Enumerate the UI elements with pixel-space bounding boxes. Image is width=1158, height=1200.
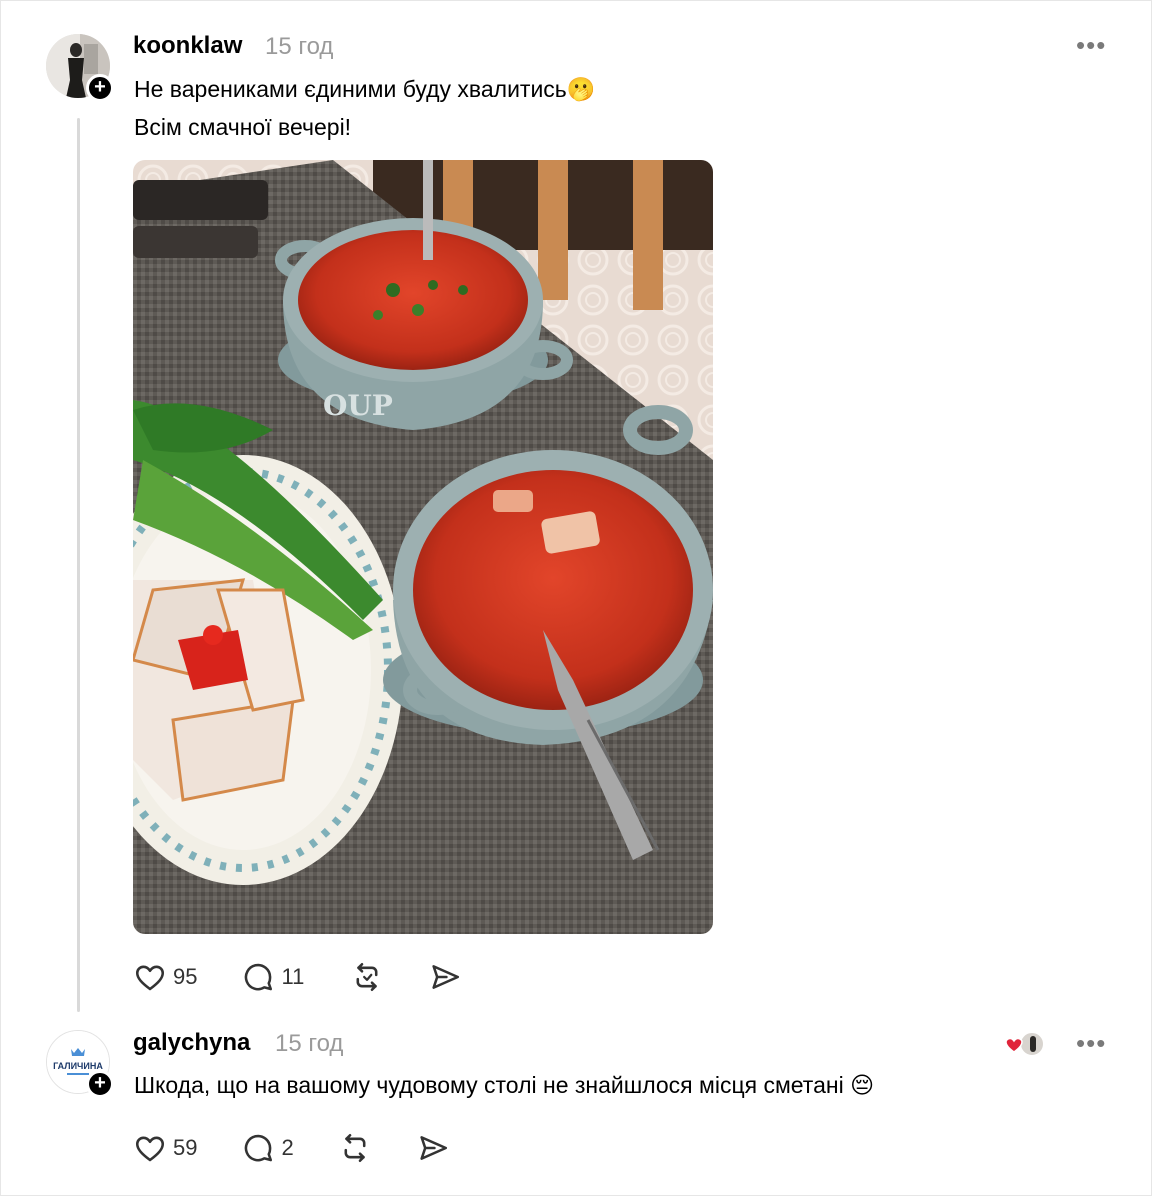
repost-icon	[356, 962, 378, 992]
like-count: 95	[173, 964, 198, 989]
more-dots-icon[interactable]: •••	[1076, 1028, 1106, 1059]
post-time[interactable]: 15 год	[275, 1030, 343, 1058]
comment-icon	[245, 963, 273, 991]
more-dots-icon[interactable]: •••	[1076, 30, 1106, 61]
heart-icon	[135, 1136, 165, 1162]
reply-button[interactable]: 2	[241, 1131, 294, 1165]
reply-count: 11	[281, 964, 305, 989]
svg-text:OUP: OUP	[323, 389, 393, 422]
repost-button[interactable]	[338, 1131, 372, 1165]
username[interactable]: koonklaw	[133, 32, 242, 60]
repost-button[interactable]	[350, 960, 384, 994]
comment-icon	[245, 1134, 273, 1162]
like-count: 59	[173, 1135, 198, 1160]
repost-icon	[344, 1133, 366, 1163]
username[interactable]: galychyna	[133, 1029, 250, 1057]
like-button[interactable]: 95	[133, 960, 197, 994]
reply-button[interactable]: 11	[241, 960, 304, 994]
post-actions: 95 11	[133, 960, 462, 994]
reply-text: Шкода, що на вашому чудовому столі не зн…	[134, 1072, 875, 1098]
post-photo-borscht[interactable]: OUP	[133, 160, 713, 934]
share-icon	[420, 1136, 447, 1160]
follow-plus-icon[interactable]: +	[86, 74, 114, 102]
post-time[interactable]: 15 год	[265, 33, 333, 61]
post-text-line-1: Не варениками єдиними буду хвалитись🫢	[134, 76, 596, 102]
share-button[interactable]	[428, 960, 462, 994]
share-icon	[432, 965, 460, 989]
reply-count: 2	[281, 1135, 294, 1160]
like-button[interactable]: 59	[133, 1131, 197, 1165]
post-text-line-2: Всім смачної вечері!	[134, 114, 352, 140]
share-button[interactable]	[416, 1131, 450, 1165]
liker-avatars[interactable]	[1004, 1030, 1048, 1058]
heart-icon	[135, 965, 165, 991]
thread-line	[77, 118, 80, 1012]
post-actions: 59 2	[133, 1131, 450, 1165]
follow-plus-icon[interactable]: +	[86, 1070, 114, 1098]
